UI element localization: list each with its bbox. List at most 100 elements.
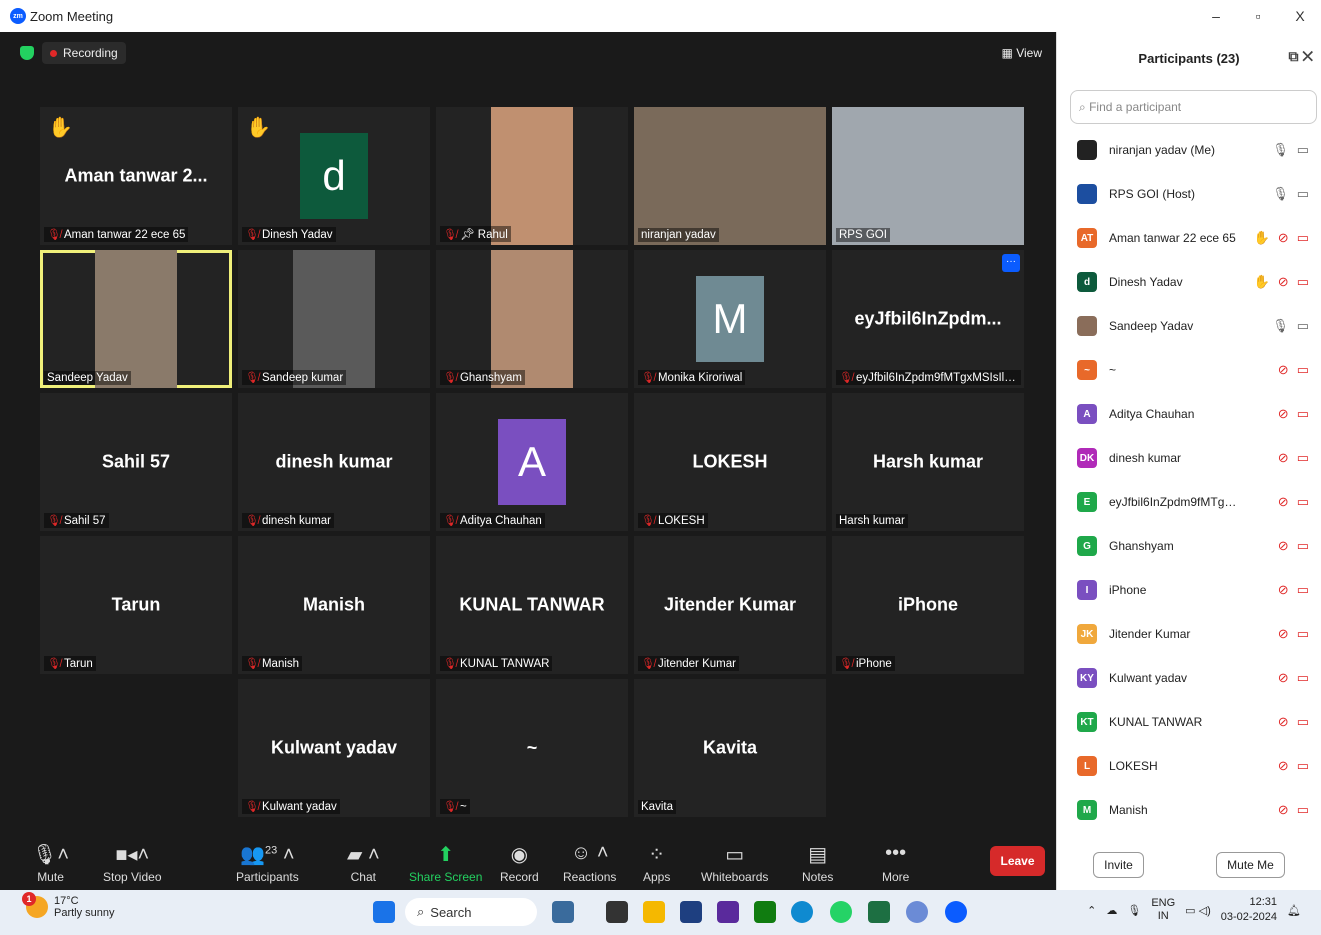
windows-start-icon[interactable] [373,901,395,923]
participant-tile[interactable]: 🎙︎̸ Ghanshyam [436,250,628,388]
notes-button[interactable]: ▤ Notes [802,842,833,884]
participant-tile[interactable]: A 🎙︎̸ Aditya Chauhan [436,393,628,531]
participant-row[interactable]: d Dinesh Yadav ✋ ⊘ ▭ [1057,260,1321,304]
network-volume-battery-icon[interactable]: ▭ ◁) [1185,904,1211,917]
participant-tile[interactable]: KUNAL TANWAR 🎙︎̸ KUNAL TANWAR [436,536,628,674]
microphone-icon[interactable]: 🎙︎ [1272,318,1289,334]
muted-mic-icon[interactable]: ⊘ [1278,626,1289,642]
zoom-taskbar-icon[interactable] [945,901,967,923]
participant-tile[interactable]: iPhone 🎙︎̸ iPhone [832,536,1024,674]
muted-mic-icon[interactable]: ⊘ [1278,274,1289,290]
participant-tile[interactable]: Harsh kumar Harsh kumar [832,393,1024,531]
excel-icon[interactable] [868,901,890,923]
video-off-icon[interactable]: ▭ [1297,714,1309,730]
participant-row[interactable]: RPS GOI (Host) 🎙︎ ▭ [1057,172,1321,216]
participant-row[interactable]: G Ghanshyam ⊘ ▭ [1057,524,1321,568]
participant-tile[interactable]: niranjan yadav [634,107,826,245]
panel-close-icon[interactable]: ✕ [1302,48,1313,64]
participant-tile[interactable]: Sandeep Yadav [40,250,232,388]
close-button[interactable]: X [1279,0,1321,32]
cloud-icon[interactable]: ☁ [1106,904,1117,917]
participant-tile[interactable]: 🎙︎̸ 📌︎ Rahul [436,107,628,245]
weather-widget[interactable]: 1 17°C Partly sunny [22,892,115,919]
notification-bell-icon[interactable]: 🔔︎ [1287,904,1301,917]
view-button[interactable]: ▦ View [1002,46,1042,60]
participant-search-input[interactable]: ⌕ Find a participant [1070,90,1317,124]
video-off-icon[interactable]: ▭ [1297,538,1309,554]
participant-tile[interactable]: Kavita Kavita [634,679,826,817]
participant-tile[interactable]: d ✋ 🎙︎̸ Dinesh Yadav [238,107,430,245]
muted-mic-icon[interactable]: ⊘ [1278,406,1289,422]
clock[interactable]: 12:31 03-02-2024 [1221,895,1277,925]
app-icon[interactable] [717,901,739,923]
reactions-button[interactable]: ☺ ˄ Reactions [563,842,616,884]
video-off-icon[interactable]: ▭ [1297,406,1309,422]
participant-row[interactable]: DK dinesh kumar ⊘ ▭ [1057,436,1321,480]
apps-button[interactable]: ⁘ Apps [643,842,670,884]
video-off-icon[interactable]: ▭ [1297,670,1309,686]
participant-tile[interactable]: Jitender Kumar 🎙︎̸ Jitender Kumar [634,536,826,674]
microphone-icon[interactable]: 🎙︎ [1272,142,1289,158]
share-screen-button[interactable]: ⬆ Share Screen [409,842,482,884]
video-off-icon[interactable]: ▭ [1297,230,1309,246]
participant-tile[interactable]: Tarun 🎙︎̸ Tarun [40,536,232,674]
muted-mic-icon[interactable]: ⊘ [1278,538,1289,554]
video-off-icon[interactable]: ▭ [1297,362,1309,378]
muted-mic-icon[interactable]: ⊘ [1278,230,1289,246]
video-off-icon[interactable]: ▭ [1297,626,1309,642]
participant-row[interactable]: ~ ~ ⊘ ▭ [1057,348,1321,392]
participant-tile[interactable]: 🎙︎̸ Sandeep kumar [238,250,430,388]
participant-tile[interactable]: RPS GOI [832,107,1024,245]
participant-row[interactable]: L LOKESH ⊘ ▭ [1057,744,1321,788]
muted-mic-icon[interactable]: ⊘ [1278,362,1289,378]
participant-row[interactable]: niranjan yadav (Me) 🎙︎ ▭ [1057,128,1321,172]
popout-icon[interactable]: ⧉ [1288,48,1298,64]
muted-mic-icon[interactable]: ⊘ [1278,450,1289,466]
participant-row[interactable]: AT Aman tanwar 22 ece 65 ✋ ⊘ ▭ [1057,216,1321,260]
participant-tile[interactable]: dinesh kumar 🎙︎̸ dinesh kumar [238,393,430,531]
whatsapp-icon[interactable] [830,901,852,923]
xbox-icon[interactable] [754,901,776,923]
store-icon[interactable] [680,901,702,923]
muted-mic-icon[interactable]: ⊘ [1278,494,1289,510]
participant-tile[interactable]: ~ 🎙︎̸ ~ [436,679,628,817]
video-off-icon[interactable]: ▭ [1297,274,1309,290]
participant-tile[interactable]: Kulwant yadav 🎙︎̸ Kulwant yadav [238,679,430,817]
widget-icon[interactable] [552,901,574,923]
edge-icon[interactable] [791,901,813,923]
participant-row[interactable]: JK Jitender Kumar ⊘ ▭ [1057,612,1321,656]
participant-row[interactable]: Sandeep Yadav 🎙︎ ▭ [1057,304,1321,348]
video-off-icon[interactable]: ▭ [1297,450,1309,466]
video-off-icon[interactable]: ▭ [1297,142,1309,158]
video-off-icon[interactable]: ▭ [1297,758,1309,774]
participant-row[interactable]: EeyJfbil6InZpdm9fMTgxMSIsIl9zlj... ⊘ ▭ [1057,480,1321,524]
participant-tile[interactable]: M 🎙︎̸ Monika Kiroriwal [634,250,826,388]
video-off-icon[interactable]: ▭ [1297,318,1309,334]
video-off-icon[interactable]: ▭ [1297,494,1309,510]
taskbar-search[interactable]: ⌕ Search [405,898,537,926]
participant-tile[interactable]: Aman tanwar 2... ✋ 🎙︎̸ Aman tanwar 22 ece 6… [40,107,232,245]
muted-mic-icon[interactable]: ⊘ [1278,714,1289,730]
participant-tile[interactable]: Manish 🎙︎̸ Manish [238,536,430,674]
more-button[interactable]: ••• More [882,842,909,884]
participant-tile[interactable]: eyJfbil6InZpdm... ··· 🎙︎̸ eyJfbil6InZpdm9fM… [832,250,1024,388]
mute-me-button[interactable]: Mute Me [1216,852,1285,878]
video-off-icon[interactable]: ▭ [1297,582,1309,598]
video-off-icon[interactable]: ▭ [1297,186,1309,202]
microphone-icon[interactable]: 🎙︎ [1272,186,1289,202]
muted-mic-icon[interactable]: ⊘ [1278,802,1289,818]
participant-row[interactable]: IiPhone ⊘ ▭ [1057,568,1321,612]
participant-row[interactable]: M Manish ⊘ ▭ [1057,788,1321,832]
participant-row[interactable]: A Aditya Chauhan ⊘ ▭ [1057,392,1321,436]
participant-tile[interactable]: LOKESH 🎙︎̸ LOKESH [634,393,826,531]
stop-video-button[interactable]: ■◂˄ Stop Video [103,842,162,884]
participant-row[interactable]: KY Kulwant yadav ⊘ ▭ [1057,656,1321,700]
language-code[interactable]: ENG [1151,897,1175,909]
muted-mic-icon[interactable]: ⊘ [1278,582,1289,598]
security-shield-icon[interactable] [20,46,34,60]
restore-button[interactable]: ▫ [1237,0,1279,32]
video-off-icon[interactable]: ▭ [1297,802,1309,818]
whiteboards-button[interactable]: ▭ Whiteboards [701,842,768,884]
chevron-up-icon[interactable]: ⌃ [1087,904,1096,917]
leave-button[interactable]: Leave [990,846,1045,876]
